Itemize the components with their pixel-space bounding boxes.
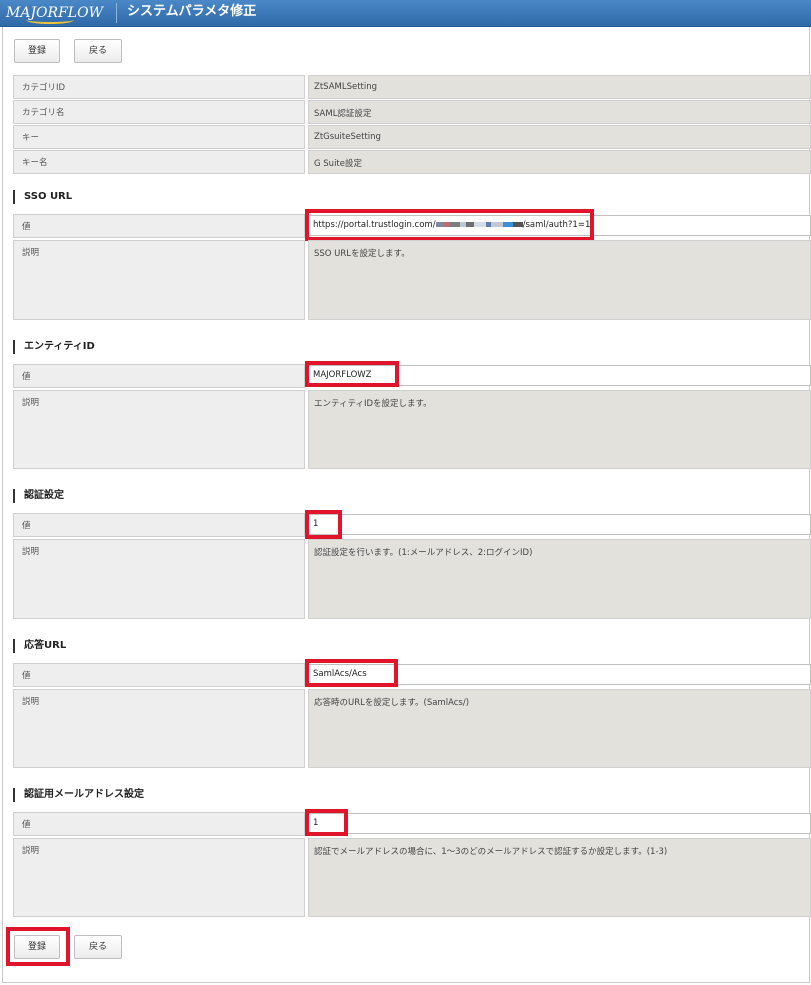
section-title-auth-mail: 認証用メールアドレス設定 bbox=[13, 788, 144, 802]
page-title: システムパラメタ修正 bbox=[127, 4, 257, 19]
category-name-value: SAML認証設定 bbox=[308, 100, 811, 124]
sso-url-desc: SSO URLを設定します。 bbox=[308, 240, 811, 320]
back-button-top[interactable]: 戻る bbox=[74, 39, 122, 63]
key-name-value: G Suite設定 bbox=[308, 150, 811, 174]
auth-setting-input[interactable]: 1 bbox=[308, 514, 811, 535]
highlight-auth-mail bbox=[305, 809, 348, 836]
header-divider bbox=[116, 3, 117, 23]
entity-id-value-label: 値 bbox=[13, 364, 305, 388]
auth-setting-value-label: 値 bbox=[13, 513, 305, 537]
auth-mail-value-label: 値 bbox=[13, 812, 305, 836]
section-title-response-url: 応答URL bbox=[13, 639, 66, 653]
highlight-response-url bbox=[305, 659, 398, 687]
section-title-entity-id: エンティティID bbox=[13, 340, 95, 354]
entity-id-desc-label: 説明 bbox=[13, 390, 305, 469]
category-id-value: ZtSAMLSetting bbox=[308, 75, 811, 99]
highlight-auth-setting bbox=[305, 510, 342, 539]
sso-url-value-label: 値 bbox=[13, 214, 305, 238]
auth-setting-desc-label: 説明 bbox=[13, 539, 305, 619]
logo-swoosh-icon bbox=[26, 16, 74, 24]
auth-mail-desc: 認証でメールアドレスの場合に、1～3のどのメールアドレスで認証するか設定します。… bbox=[308, 838, 811, 917]
sso-url-desc-label: 説明 bbox=[13, 240, 305, 320]
back-button-bottom[interactable]: 戻る bbox=[74, 935, 122, 959]
app-header: MAJORFLOW システムパラメタ修正 bbox=[0, 0, 811, 27]
key-value: ZtGsuiteSetting bbox=[308, 125, 811, 149]
entity-id-desc: エンティティIDを設定します。 bbox=[308, 390, 811, 469]
highlight-entity-id bbox=[305, 361, 399, 387]
response-url-desc-label: 説明 bbox=[13, 689, 305, 768]
category-name-label: カテゴリ名 bbox=[13, 100, 305, 124]
highlight-register-button bbox=[6, 927, 70, 966]
auth-setting-desc: 認証設定を行います。(1:メールアドレス、2:ログインID) bbox=[308, 539, 811, 619]
response-url-desc: 応答時のURLを設定します。(SamlAcs/) bbox=[308, 689, 811, 768]
key-label: キー bbox=[13, 125, 305, 149]
category-id-label: カテゴリID bbox=[13, 75, 305, 99]
highlight-sso-url bbox=[305, 209, 594, 241]
auth-mail-input[interactable]: 1 bbox=[308, 813, 811, 834]
key-name-label: キー名 bbox=[13, 150, 305, 174]
auth-mail-desc-label: 説明 bbox=[13, 838, 305, 917]
section-title-auth-setting: 認証設定 bbox=[13, 489, 64, 503]
majorflow-logo: MAJORFLOW bbox=[6, 3, 106, 24]
section-title-sso-url: SSO URL bbox=[13, 190, 72, 204]
response-url-value-label: 値 bbox=[13, 663, 305, 687]
register-button-top[interactable]: 登録 bbox=[14, 39, 60, 63]
